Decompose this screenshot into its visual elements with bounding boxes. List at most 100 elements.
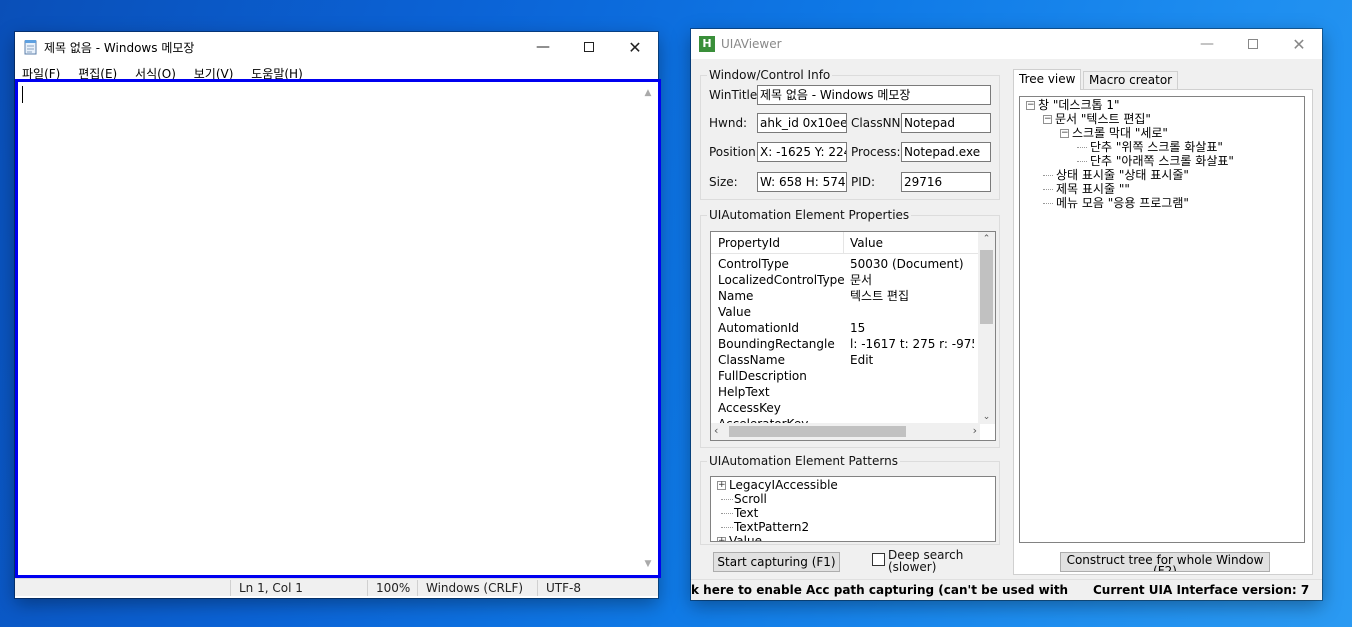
tree-node[interactable]: − 스크롤 막대 "세로" [1060, 127, 1168, 140]
pattern-item[interactable]: TextPattern2 [717, 521, 809, 534]
text-editor[interactable]: ▲ ▼ [15, 79, 661, 578]
tree-line [721, 499, 733, 500]
pattern-item[interactable]: Scroll [717, 493, 767, 506]
collapse-icon[interactable]: − [1026, 101, 1035, 110]
tree-node[interactable]: − 문서 "텍스트 편집" [1043, 113, 1151, 126]
process-field[interactable]: Notepad.exe [901, 142, 991, 162]
scroll-up-icon[interactable]: ⌃ [978, 234, 995, 244]
tree-node[interactable]: − 창 "데스크톱 1" [1026, 99, 1120, 112]
status-encoding: UTF-8 [537, 580, 658, 596]
expand-icon[interactable]: + [717, 481, 726, 490]
tab-macro-creator[interactable]: Macro creator [1083, 71, 1179, 89]
element-tree[interactable]: − 창 "데스크톱 1" − 문서 "텍스트 편집" − 스크롤 막대 "세로" 단추 "위… [1019, 96, 1305, 543]
pattern-label: Value [729, 534, 762, 542]
hwnd-field[interactable]: ahk_id 0x10ee4 [757, 113, 847, 133]
minimize-button[interactable]: — [520, 32, 566, 62]
uia-minimize-button[interactable]: — [1184, 29, 1230, 59]
property-name[interactable]: AutomationId [718, 320, 799, 336]
tree-node[interactable]: 단추 "아래쪽 스크롤 화살표" [1077, 155, 1234, 168]
property-value[interactable] [850, 304, 974, 320]
property-value[interactable] [850, 400, 974, 416]
property-value[interactable]: 문서 [850, 272, 974, 288]
column-value[interactable]: Value [850, 235, 883, 251]
start-capturing-button[interactable]: Start capturing (F1) [713, 552, 840, 572]
uia-titlebar[interactable]: H UIAViewer — ✕ [691, 29, 1322, 59]
pattern-item[interactable]: Text [717, 507, 758, 520]
hscroll-thumb[interactable] [729, 426, 906, 437]
collapse-icon[interactable]: − [1043, 115, 1052, 124]
property-name[interactable]: AccessKey [718, 400, 781, 416]
tree-line [721, 513, 733, 514]
property-value[interactable]: 50030 (Document) [850, 256, 974, 272]
scroll-down-icon[interactable]: ⌄ [978, 412, 995, 422]
construct-tree-button[interactable]: Construct tree for whole Window (F2) [1060, 552, 1270, 572]
properties-hscrollbar[interactable]: ‹ › [711, 423, 980, 440]
property-name[interactable]: LocalizedControlType [718, 272, 845, 288]
uia-close-button[interactable]: ✕ [1276, 29, 1322, 59]
property-name[interactable]: FullDescription [718, 368, 807, 384]
property-name[interactable]: BoundingRectangle [718, 336, 835, 352]
text-cursor [22, 86, 23, 103]
position-label: Position: [709, 145, 757, 159]
pattern-label: TextPattern2 [734, 520, 810, 534]
size-label: Size: [709, 175, 738, 189]
tab-tree-view[interactable]: Tree view [1013, 69, 1082, 90]
property-value[interactable] [850, 368, 974, 384]
tree-node[interactable]: 상태 표시줄 "상태 표시줄" [1043, 169, 1189, 182]
property-name[interactable]: Value [718, 304, 751, 320]
pattern-label: Text [734, 506, 759, 520]
scroll-down-icon[interactable]: ▼ [641, 559, 655, 569]
patterns-group: UIAutomation Element Patterns + LegacyIAc… [700, 454, 1000, 545]
scroll-left-icon[interactable]: ‹ [714, 424, 718, 437]
pid-field[interactable]: 29716 [901, 172, 991, 192]
property-name[interactable]: ControlType [718, 256, 789, 272]
property-value[interactable]: 15 [850, 320, 974, 336]
tree-node-label: 제목 표시줄 "" [1056, 182, 1130, 196]
property-value[interactable]: 텍스트 편집 [850, 288, 974, 304]
status-uia-version: Current UIA Interface version: 7 [1093, 583, 1310, 597]
wintitle-field[interactable]: 제목 없음 - Windows 메모장 [757, 85, 991, 105]
scroll-thumb[interactable] [980, 250, 993, 324]
tree-line [1043, 203, 1053, 204]
hwnd-label: Hwnd: [709, 116, 748, 130]
status-position: Ln 1, Col 1 [230, 580, 367, 596]
notepad-app-icon [23, 39, 39, 55]
patterns-header: UIAutomation Element Patterns [707, 454, 900, 468]
expand-icon[interactable]: + [717, 537, 726, 541]
maximize-button[interactable] [566, 32, 612, 62]
notepad-titlebar[interactable]: 제목 없음 - Windows 메모장 — ✕ [15, 32, 658, 62]
tree-node[interactable]: 단추 "위쪽 스크롤 화살표" [1077, 141, 1223, 154]
property-value[interactable]: l: -1617 t: 275 r: -975 b [850, 336, 974, 352]
tree-node[interactable]: 제목 표시줄 "" [1043, 183, 1130, 196]
tree-node[interactable]: 메뉴 모음 "응용 프로그램" [1043, 197, 1189, 210]
vertical-scrollbar[interactable]: ▲ ▼ [641, 85, 655, 572]
pattern-item[interactable]: + LegacyIAccessible [717, 479, 838, 492]
pid-label: PID: [851, 175, 876, 189]
properties-vscrollbar[interactable]: ⌃ ⌄ [978, 232, 995, 424]
property-value[interactable] [850, 384, 974, 400]
deep-search-checkbox[interactable] [872, 553, 885, 566]
scroll-up-icon[interactable]: ▲ [641, 88, 655, 98]
position-field[interactable]: X: -1625 Y: 224 [757, 142, 847, 162]
tree-node-label: 상태 표시줄 "상태 표시줄" [1056, 168, 1189, 182]
property-name[interactable]: Name [718, 288, 753, 304]
collapse-icon[interactable]: − [1060, 129, 1069, 138]
tree-node-label: 창 "데스크톱 1" [1038, 98, 1120, 112]
tree-node-label: 스크롤 막대 "세로" [1072, 126, 1168, 140]
uia-maximize-button[interactable] [1230, 29, 1276, 59]
scroll-right-icon[interactable]: › [973, 424, 977, 437]
property-name[interactable]: HelpText [718, 384, 770, 400]
right-tab-area: Tree view Macro creator − 창 "데스크톱 1" − 문서 "… [1013, 69, 1313, 575]
patterns-tree[interactable]: + LegacyIAccessible Scroll Text TextPattern2… [710, 476, 996, 542]
classnn-field[interactable]: Notepad [901, 113, 991, 133]
status-acc-path-toggle[interactable]: k here to enable Acc path capturing (can… [691, 583, 1070, 597]
close-button[interactable]: ✕ [612, 32, 658, 62]
size-field[interactable]: W: 658 H: 574 [757, 172, 847, 192]
window-info-header: Window/Control Info [707, 68, 833, 82]
uia-app-icon: H [699, 36, 715, 52]
property-name[interactable]: ClassName [718, 352, 785, 368]
property-value[interactable]: Edit [850, 352, 974, 368]
column-propertyid[interactable]: PropertyId [718, 235, 780, 251]
pattern-item[interactable]: + Value [717, 534, 762, 542]
properties-list[interactable]: PropertyId Value ControlType 50030 (Docum… [710, 231, 996, 441]
